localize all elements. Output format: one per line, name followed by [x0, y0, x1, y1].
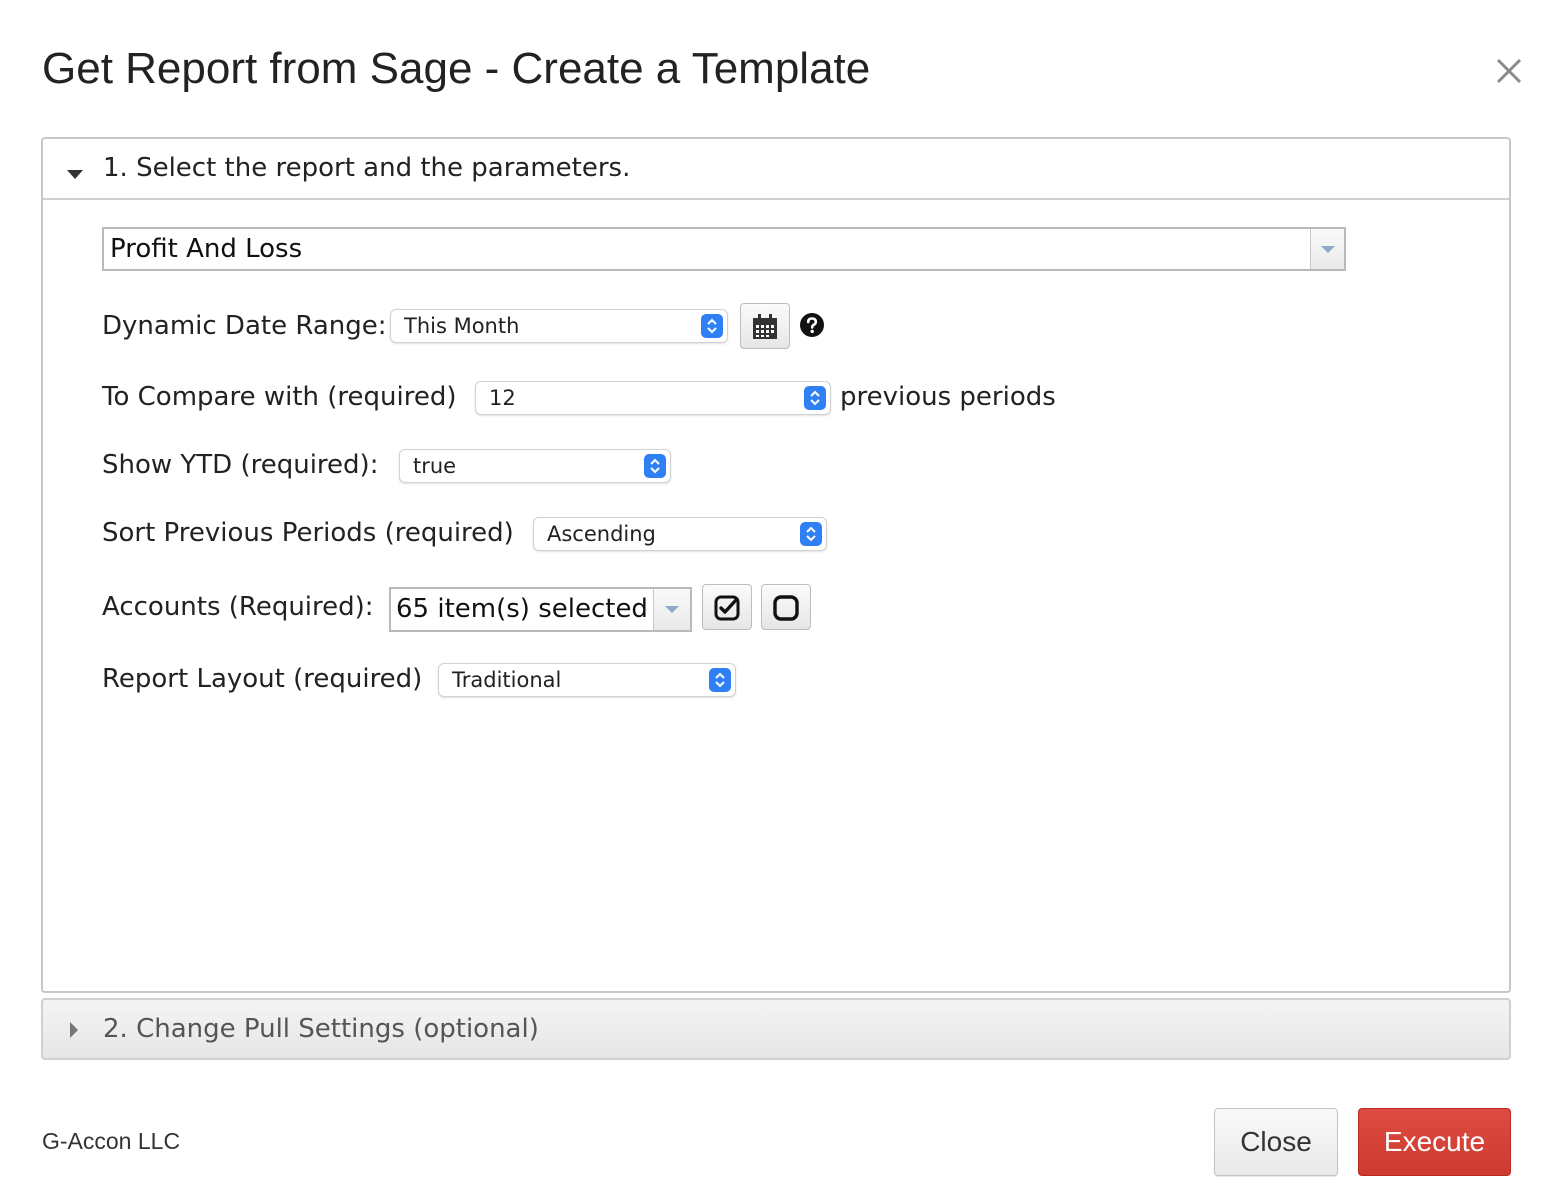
- chevron-down-icon: [1321, 246, 1335, 253]
- sort-value: Ascending: [547, 522, 656, 546]
- close-icon[interactable]: [1492, 54, 1526, 88]
- section-title: 2. Change Pull Settings (optional): [103, 1014, 539, 1044]
- accounts-dropdown-button[interactable]: [653, 589, 690, 630]
- accounts-multiselect[interactable]: 65 item(s) selected: [389, 587, 692, 632]
- compare-select[interactable]: 12: [475, 381, 831, 415]
- calendar-icon: [753, 314, 777, 339]
- compare-suffix: previous periods: [840, 382, 1056, 412]
- date-range-value: This Month: [404, 314, 520, 338]
- stepper-icon: [804, 386, 826, 410]
- date-range-label: Dynamic Date Range:: [102, 311, 387, 341]
- caret-right-icon: [69, 1022, 79, 1042]
- section-report-parameters: 1. Select the report and the parameters.…: [41, 137, 1511, 993]
- section-pull-settings[interactable]: 2. Change Pull Settings (optional): [41, 998, 1511, 1060]
- compare-label: To Compare with (required): [102, 382, 457, 412]
- select-all-button[interactable]: [702, 584, 752, 630]
- stepper-icon: [800, 522, 822, 546]
- accounts-value: 65 item(s) selected: [396, 594, 648, 624]
- dialog-title: Get Report from Sage - Create a Template: [42, 44, 871, 93]
- chevron-down-icon: [665, 606, 679, 613]
- accounts-label: Accounts (Required):: [102, 592, 374, 622]
- section-title: 1. Select the report and the parameters.: [103, 153, 631, 183]
- execute-button[interactable]: Execute: [1358, 1108, 1511, 1176]
- caret-down-icon: [67, 165, 83, 184]
- section-header-report-parameters[interactable]: 1. Select the report and the parameters.: [43, 139, 1509, 200]
- dialog: Get Report from Sage - Create a Template…: [0, 0, 1568, 1202]
- report-select-value: Profit And Loss: [110, 234, 303, 264]
- calendar-button[interactable]: [740, 303, 790, 349]
- close-button[interactable]: Close: [1214, 1108, 1338, 1176]
- checkbox-checked-icon: [714, 595, 740, 621]
- sort-select[interactable]: Ascending: [533, 517, 827, 551]
- layout-value: Traditional: [452, 668, 562, 692]
- ytd-value: true: [413, 454, 457, 478]
- sort-label: Sort Previous Periods (required): [102, 518, 514, 548]
- compare-value: 12: [489, 386, 516, 410]
- brand-label: G-Accon LLC: [42, 1128, 181, 1154]
- stepper-icon: [709, 668, 731, 692]
- layout-select[interactable]: Traditional: [438, 663, 736, 697]
- report-select[interactable]: Profit And Loss: [102, 227, 1346, 271]
- ytd-select[interactable]: true: [399, 449, 671, 483]
- stepper-icon: [644, 454, 666, 478]
- stepper-icon: [701, 314, 723, 338]
- ytd-label: Show YTD (required):: [102, 450, 379, 480]
- date-range-select[interactable]: This Month: [390, 309, 728, 343]
- deselect-all-button[interactable]: [761, 584, 811, 630]
- report-dropdown-button[interactable]: [1310, 229, 1344, 269]
- help-icon[interactable]: [799, 312, 825, 342]
- layout-label: Report Layout (required): [102, 664, 423, 694]
- checkbox-empty-icon: [773, 595, 799, 621]
